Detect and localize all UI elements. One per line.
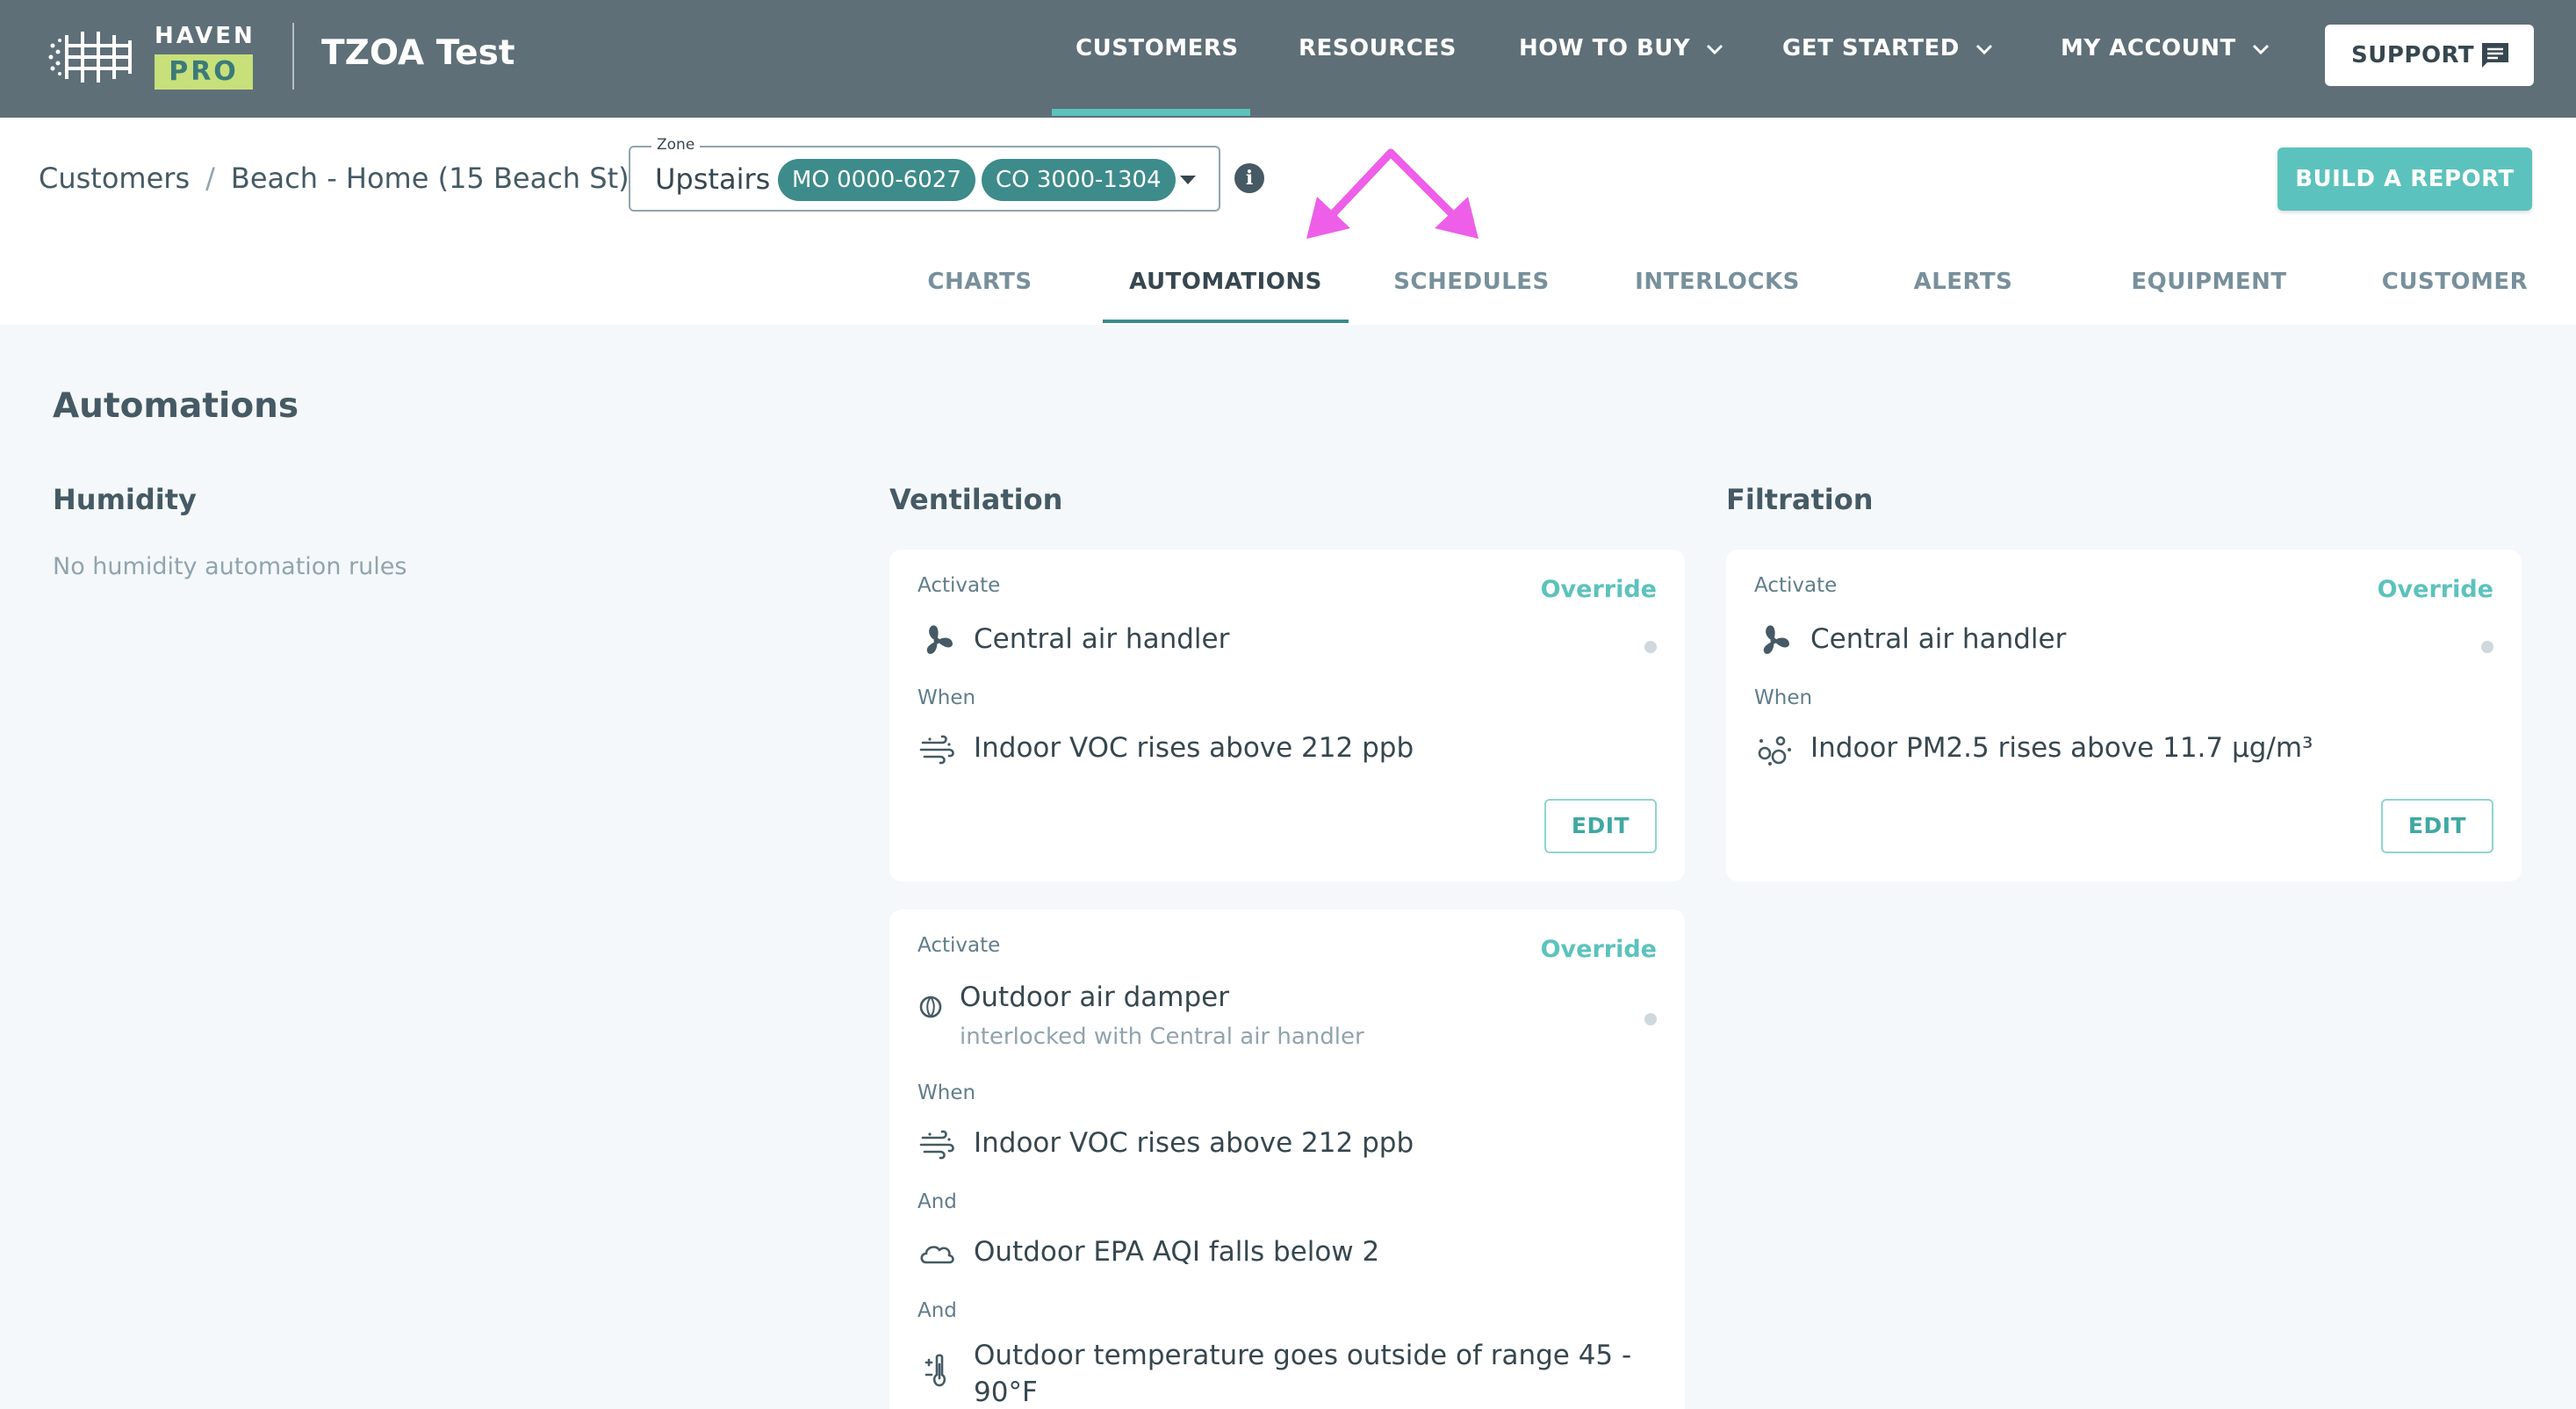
equipment-name: Central air handler	[974, 623, 1230, 655]
override-link[interactable]: Override	[1541, 576, 1657, 603]
nav-customers-label: CUSTOMERS	[1076, 35, 1239, 61]
fan-icon	[1763, 625, 1789, 654]
voc-wind-icon	[919, 1130, 954, 1160]
nav-customers[interactable]: CUSTOMERS	[1076, 35, 1239, 61]
controller-chip: CO 3000-1304	[982, 159, 1176, 201]
nav-my-account[interactable]: MY ACCOUNT	[2061, 35, 2270, 61]
activate-label: Activate	[917, 574, 1001, 597]
logo-haven-text: HAVEN	[155, 23, 255, 49]
haven-pro-logo[interactable]: HAVEN PRO	[47, 23, 258, 91]
ventilation-column-title: Ventilation	[889, 483, 1063, 516]
header-divider	[292, 23, 294, 90]
voc-wind-icon	[919, 735, 954, 765]
cloud-icon	[920, 1246, 954, 1264]
chevron-down-icon	[2252, 44, 2269, 54]
building-logo-icon	[48, 32, 132, 83]
top-nav-bar: HAVEN PRO TZOA Test CUSTOMERS RESOURCES …	[0, 0, 2576, 118]
activate-label: Activate	[1754, 574, 1838, 597]
edit-button[interactable]: EDIT	[2381, 799, 2493, 853]
breadcrumb-customers[interactable]: Customers	[39, 162, 190, 195]
nav-how-to-buy-label: HOW TO BUY	[1519, 35, 1691, 61]
when-label: When	[917, 1082, 976, 1104]
fan-icon	[926, 625, 953, 654]
ventilation-automation-card: Activate Override Outdoor air damper int…	[889, 909, 1685, 1409]
annotation-arrows-icon	[1306, 148, 1479, 239]
ventilation-automation-card: Activate Override Central air handler Wh…	[889, 550, 1685, 881]
nav-resources-label: RESOURCES	[1299, 35, 1457, 61]
override-link[interactable]: Override	[2378, 576, 2493, 603]
equipment-name: Central air handler	[1810, 623, 2067, 655]
thermometer-icon	[925, 1354, 946, 1387]
condition-text: Outdoor EPA AQI falls below 2	[974, 1236, 1380, 1268]
zone-select-value: Upstairs	[655, 162, 771, 196]
when-label: When	[1754, 687, 1813, 709]
status-dot	[2481, 641, 2493, 653]
page-title: Automations	[53, 386, 299, 426]
status-dot	[1644, 1013, 1657, 1025]
caret-down-icon	[1180, 176, 1196, 184]
zone-select-label: Zone	[651, 136, 701, 154]
customer-subheader: Customers/Beach - Home (15 Beach St)/ Zo…	[0, 118, 2576, 325]
nav-how-to-buy[interactable]: HOW TO BUY	[1519, 35, 1723, 61]
filtration-automation-card: Activate Override Central air handler Wh…	[1726, 550, 2522, 881]
app-title: TZOA Test	[321, 33, 515, 73]
equipment-interlock-note: interlocked with Central air handler	[960, 1024, 1364, 1050]
monitor-chip: MO 0000-6027	[778, 159, 975, 201]
condition-text: Indoor VOC rises above 212 ppb	[974, 1127, 1414, 1159]
support-button[interactable]: SUPPORT	[2325, 25, 2534, 86]
activate-label: Activate	[917, 934, 1001, 957]
condition-text-continued: 90°F	[974, 1377, 1038, 1408]
and-label: And	[917, 1190, 957, 1213]
chevron-down-icon	[1707, 44, 1723, 54]
logo-pro-badge: PRO	[155, 54, 253, 90]
zone-select[interactable]: Zone Upstairs MO 0000-6027 CO 3000-1304	[629, 136, 1220, 212]
tab-charts[interactable]: CHARTS	[857, 269, 1103, 295]
message-icon	[2482, 43, 2508, 68]
tab-equipment[interactable]: EQUIPMENT	[2086, 269, 2332, 295]
humidity-column-title: Humidity	[53, 483, 197, 516]
breadcrumb: Customers/Beach - Home (15 Beach St)/	[39, 162, 670, 195]
nav-get-started[interactable]: GET STARTED	[1782, 35, 1993, 61]
tab-interlocks[interactable]: INTERLOCKS	[1594, 269, 1840, 295]
nav-get-started-label: GET STARTED	[1782, 35, 1960, 61]
and-label: And	[917, 1299, 957, 1322]
humidity-empty-message: No humidity automation rules	[53, 553, 407, 580]
when-label: When	[917, 687, 976, 709]
tab-active-indicator	[1103, 320, 1349, 323]
condition-text: Indoor VOC rises above 212 ppb	[974, 732, 1414, 764]
equipment-name: Outdoor air damper	[960, 981, 1229, 1013]
breadcrumb-customer-home[interactable]: Beach - Home (15 Beach St)	[231, 162, 630, 195]
info-icon[interactable]: i	[1234, 163, 1264, 193]
build-report-button[interactable]: BUILD A REPORT	[2277, 147, 2532, 211]
nav-resources[interactable]: RESOURCES	[1299, 35, 1457, 61]
tab-schedules[interactable]: SCHEDULES	[1349, 269, 1594, 295]
damper-icon	[919, 996, 942, 1018]
edit-button[interactable]: EDIT	[1544, 799, 1657, 853]
tab-alerts[interactable]: ALERTS	[1840, 269, 2086, 295]
filtration-column-title: Filtration	[1726, 483, 1874, 516]
breadcrumb-separator: /	[205, 162, 215, 195]
condition-text: Indoor PM2.5 rises above 11.7 μg/m³	[1810, 732, 2313, 764]
nav-my-account-label: MY ACCOUNT	[2061, 35, 2236, 61]
nav-active-indicator	[1052, 109, 1250, 116]
tab-automations[interactable]: AUTOMATIONS	[1103, 269, 1349, 295]
support-button-label: SUPPORT	[2351, 42, 2475, 68]
chevron-down-icon	[1975, 44, 1992, 54]
override-link[interactable]: Override	[1541, 936, 1657, 963]
particles-icon	[1758, 736, 1791, 766]
condition-text: Outdoor temperature goes outside of rang…	[974, 1340, 1632, 1371]
tab-customer[interactable]: CUSTOMER	[2332, 269, 2576, 295]
status-dot	[1644, 641, 1657, 653]
